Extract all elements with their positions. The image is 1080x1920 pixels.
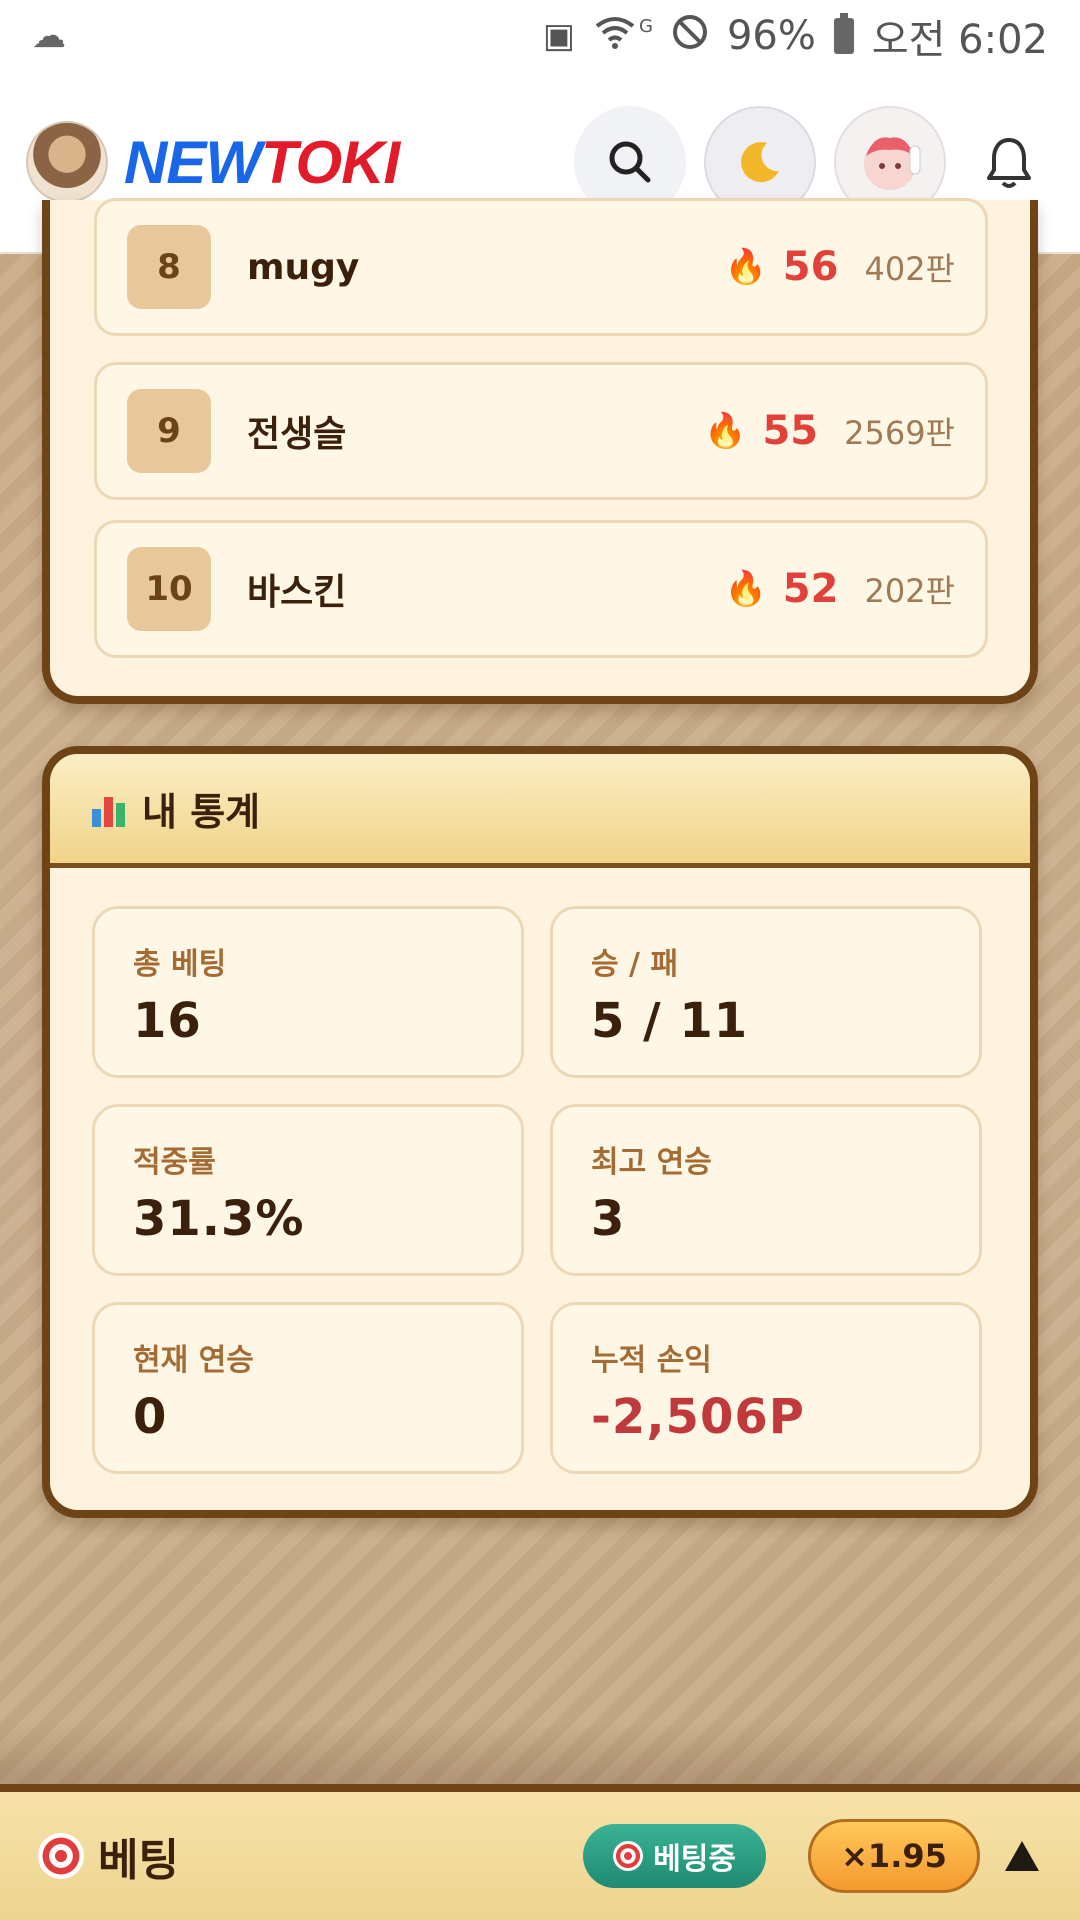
target-icon bbox=[613, 1841, 644, 1871]
battery-icon bbox=[833, 13, 854, 54]
stat-label: 총 베팅 bbox=[133, 947, 227, 982]
site-logo-avatar[interactable] bbox=[26, 121, 108, 203]
status-bar: ☁ ▣ G 96% 오전 6:02 bbox=[0, 0, 1080, 72]
stats-title: 내 통계 bbox=[142, 790, 261, 834]
wifi-icon bbox=[593, 12, 637, 61]
stat-current-streak: 현재 연승 0 bbox=[92, 1302, 524, 1474]
stat-label: 최고 연승 bbox=[591, 1145, 712, 1180]
rank-number: 8 bbox=[127, 225, 211, 309]
games-played: 2569판 bbox=[844, 414, 955, 452]
rank-stats: 🔥 56 402판 bbox=[724, 244, 955, 290]
odds-badge[interactable]: ×1.95 bbox=[808, 1819, 980, 1893]
player-name: 전생슬 bbox=[247, 414, 347, 455]
network-badge: G bbox=[639, 15, 653, 37]
stat-label: 적중률 bbox=[133, 1145, 216, 1180]
win-streak: 55 bbox=[762, 408, 819, 454]
target-icon bbox=[38, 1833, 84, 1879]
logo-text-toki: TOKI bbox=[260, 128, 400, 196]
triangle-up-icon bbox=[1005, 1841, 1039, 1871]
bar-chart-icon bbox=[92, 791, 128, 827]
do-not-disturb-icon bbox=[671, 13, 709, 60]
stat-win-loss: 승 / 패 5 / 11 bbox=[550, 906, 982, 1078]
expand-button[interactable] bbox=[1002, 1836, 1042, 1876]
stat-value: -2,506P bbox=[591, 1389, 805, 1445]
battery-saver-icon: ▣ bbox=[542, 16, 575, 56]
search-icon bbox=[609, 141, 651, 183]
rank-stats: 🔥 52 202판 bbox=[724, 566, 955, 612]
battery-percent: 96% bbox=[726, 13, 816, 59]
win-streak: 56 bbox=[782, 244, 839, 290]
ranking-row[interactable]: 9 전생슬 🔥 55 2569판 bbox=[94, 362, 988, 500]
stat-label: 현재 연승 bbox=[133, 1343, 254, 1378]
stat-cumulative-profit: 누적 손익 -2,506P bbox=[550, 1302, 982, 1474]
avatar bbox=[864, 137, 921, 190]
moon-icon bbox=[741, 142, 779, 183]
player-name: 바스킨 bbox=[247, 572, 347, 613]
stat-value: 3 bbox=[591, 1191, 626, 1247]
games-played: 202판 bbox=[864, 572, 955, 610]
ranking-row[interactable]: 10 바스킨 🔥 52 202판 bbox=[94, 520, 988, 658]
stat-value: 16 bbox=[133, 993, 202, 1049]
stat-total-bets: 총 베팅 16 bbox=[92, 906, 524, 1078]
stats-card-header: 내 통계 bbox=[50, 754, 1030, 868]
rank-stats: 🔥 55 2569판 bbox=[704, 408, 955, 454]
fire-icon: 🔥 bbox=[704, 411, 747, 451]
betting-status-label: 베팅중 bbox=[653, 1842, 736, 1877]
stat-best-streak: 최고 연승 3 bbox=[550, 1104, 982, 1276]
ranking-card: 8 mugy 🔥 56 402판 9 전생슬 🔥 55 2569판 10 바스킨… bbox=[42, 198, 1038, 704]
site-logo[interactable]: NEWTOKI bbox=[124, 128, 400, 197]
fire-icon: 🔥 bbox=[724, 247, 767, 287]
weather-icon: ☁ bbox=[32, 16, 66, 56]
rank-number: 10 bbox=[127, 547, 211, 631]
my-stats-card: 내 통계 총 베팅 16 승 / 패 5 / 11 적중률 31.3% 최고 연… bbox=[42, 746, 1038, 1518]
stat-label: 누적 손익 bbox=[591, 1343, 712, 1378]
rank-number: 9 bbox=[127, 389, 211, 473]
betting-title: 베팅 bbox=[98, 1835, 179, 1886]
status-indicators: ▣ G 96% 오전 6:02 bbox=[543, 7, 1048, 65]
bell-icon bbox=[987, 138, 1031, 188]
betting-bar[interactable]: 베팅 베팅중 ×1.95 bbox=[0, 1722, 1080, 1920]
stat-label: 승 / 패 bbox=[591, 947, 679, 982]
betting-status-badge[interactable]: 베팅중 bbox=[583, 1824, 766, 1888]
fire-icon: 🔥 bbox=[724, 569, 767, 609]
win-streak: 52 bbox=[782, 566, 839, 612]
stat-value: 5 / 11 bbox=[591, 993, 749, 1049]
player-name: mugy bbox=[247, 246, 360, 288]
games-played: 402판 bbox=[864, 250, 955, 288]
ranking-row[interactable]: 8 mugy 🔥 56 402판 bbox=[94, 198, 988, 336]
clock: 오전 6:02 bbox=[871, 17, 1048, 63]
stat-value: 31.3% bbox=[133, 1191, 305, 1247]
stat-hit-rate: 적중률 31.3% bbox=[92, 1104, 524, 1276]
stat-value: 0 bbox=[133, 1389, 168, 1445]
logo-text-new: NEW bbox=[124, 128, 262, 196]
